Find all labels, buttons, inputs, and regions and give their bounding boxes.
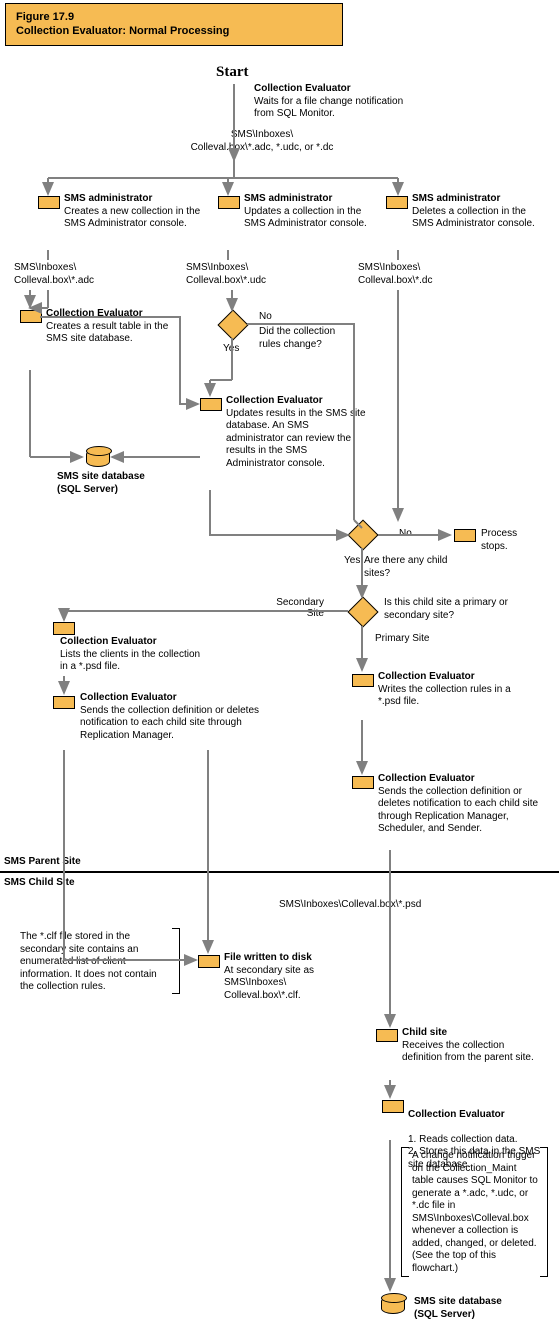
figure-title-box: Figure 17.9 Collection Evaluator: Normal… [5, 3, 343, 46]
decision-diamond [217, 309, 248, 340]
write-rules: Collection Evaluator Writes the collecti… [378, 671, 528, 709]
no-label: No [259, 311, 272, 322]
process-box [454, 529, 476, 542]
psd-path: SMS\Inboxes\Colleval.box\*.psd [279, 899, 421, 912]
process-box [352, 776, 374, 789]
path-adc: SMS\Inboxes\ Colleval.box\*.adc [14, 262, 144, 287]
db1-label: SMS site database (SQL Server) [57, 471, 177, 496]
admin-create: SMS administrator Creates a new collecti… [64, 193, 206, 231]
process-box [218, 196, 240, 209]
path-udc: SMS\Inboxes\ Colleval.box\*.udc [186, 262, 316, 287]
figure-number: Figure 17.9 [16, 11, 74, 23]
decision-diamond [347, 519, 378, 550]
create-result: Collection Evaluator Creates a result ta… [46, 308, 176, 346]
bracket-icon [540, 1147, 548, 1277]
file-written: File written to disk At secondary site a… [224, 952, 344, 1002]
admin-delete: SMS administrator Deletes a collection i… [412, 193, 548, 231]
process-box [382, 1100, 404, 1113]
child-question: Are there any child sites? [364, 555, 454, 580]
process-box [352, 674, 374, 687]
process-box [38, 196, 60, 209]
admin-update: SMS administrator Updates a collection i… [244, 193, 374, 231]
decision-diamond [347, 596, 378, 627]
process-box [198, 955, 220, 968]
secondary-label: Secondary Site [264, 597, 324, 619]
process-box [53, 622, 75, 635]
figure-title: Collection Evaluator: Normal Processing [16, 25, 229, 37]
path-dc: SMS\Inboxes\ Colleval.box\*.dc [358, 262, 488, 287]
process-box [376, 1029, 398, 1042]
no-label: No [399, 528, 412, 539]
list-clients: Collection Evaluator Lists the clients i… [60, 636, 210, 674]
update-results: Collection Evaluator Updates results in … [226, 395, 366, 470]
site-divider [0, 871, 559, 873]
wait-node: Collection Evaluator Waits for a file ch… [254, 83, 404, 121]
wait-path-label: SMS\Inboxes\ Colleval.box\*.adc, *.udc, … [162, 129, 362, 154]
primary-label: Primary Site [375, 633, 429, 644]
child-site-node: Child site Receives the collection defin… [402, 1027, 542, 1065]
process-box [20, 310, 42, 323]
bracket-icon [172, 928, 180, 994]
process-box [386, 196, 408, 209]
database-icon [86, 449, 110, 467]
process-box [53, 696, 75, 709]
trigger-note: A change notification trigger on the Col… [412, 1150, 540, 1275]
parent-site-label: SMS Parent Site [4, 856, 81, 869]
bracket-icon [401, 1147, 409, 1277]
database-icon [381, 1296, 405, 1314]
child-site-label: SMS Child Site [4, 877, 75, 890]
clf-note: The *.clf file stored in the secondary s… [20, 931, 170, 994]
yes-label: Yes [223, 343, 239, 354]
send-def-or-del: Collection Evaluator Sends the collectio… [80, 692, 270, 742]
yes-label: Yes [344, 555, 360, 566]
rules-question: Did the collection rules change? [259, 326, 349, 351]
process-box [200, 398, 222, 411]
send-def-full: Collection Evaluator Sends the collectio… [378, 773, 548, 836]
process-stops: Process stops. [481, 528, 541, 553]
site-type-question: Is this child site a primary or secondar… [384, 597, 534, 622]
start-label: Start [216, 64, 249, 81]
db2-label: SMS site database (SQL Server) [414, 1296, 544, 1321]
